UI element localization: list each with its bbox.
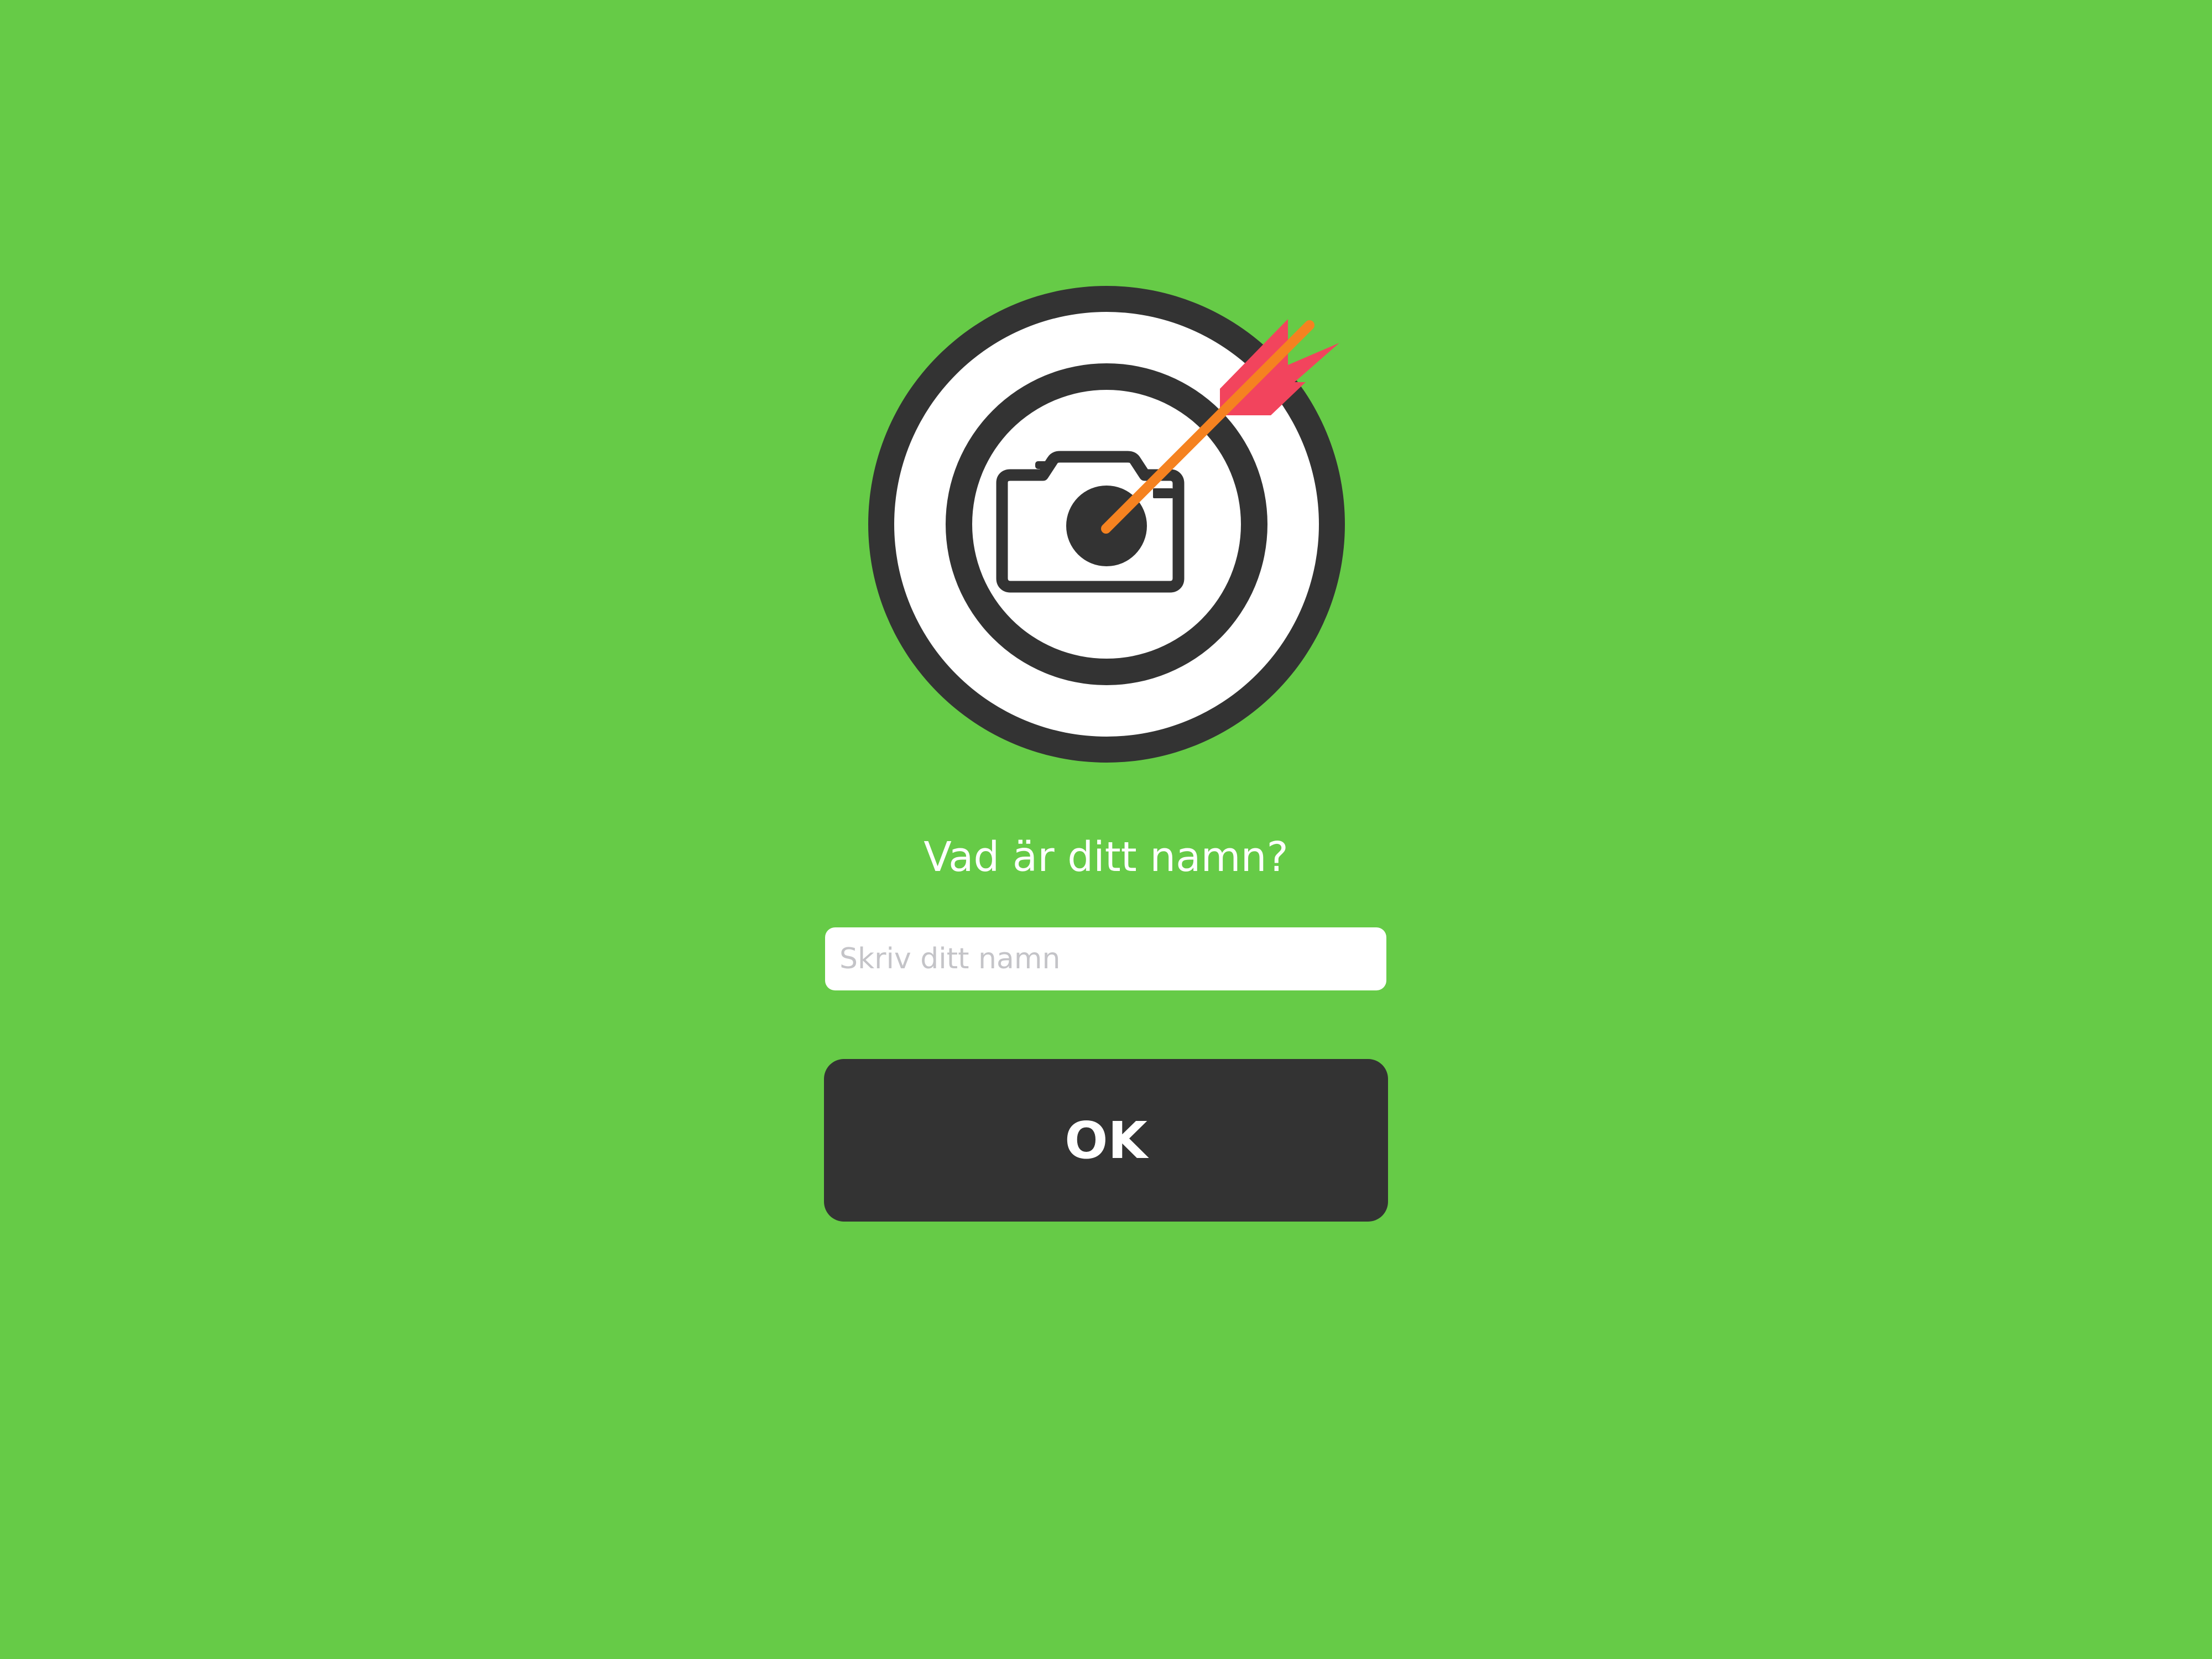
ok-button[interactable]: OK [824,1059,1388,1222]
camera-viewfinder [1153,488,1173,498]
name-prompt: Vad är ditt namn? [924,833,1288,881]
target-camera-arrow-icon [863,282,1349,769]
name-input[interactable] [825,927,1386,990]
camera-flash [1035,461,1054,469]
